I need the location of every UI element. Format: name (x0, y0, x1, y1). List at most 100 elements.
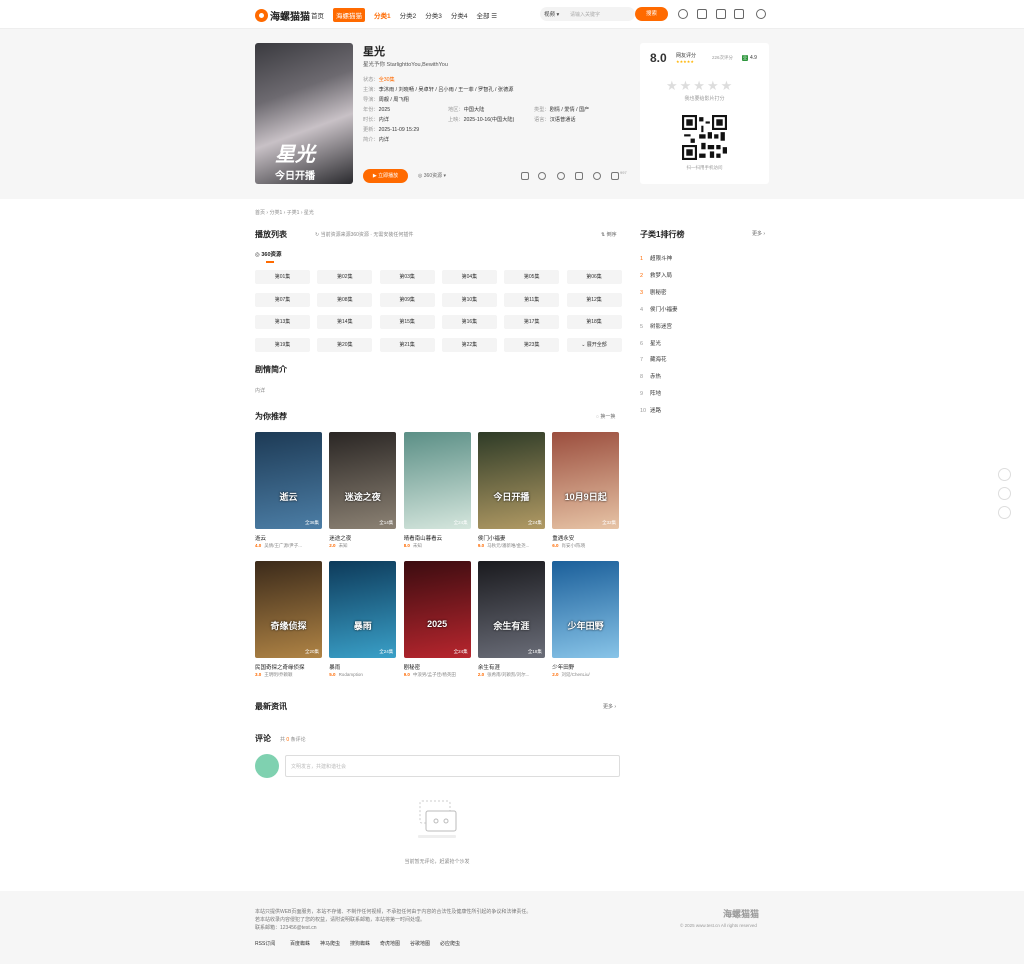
search-type-select[interactable]: 视频 ▾ (544, 10, 559, 18)
ranking-item[interactable]: 1 超限斗神 (640, 254, 672, 262)
ranking-item[interactable]: 4 侯门小福妻 (640, 305, 678, 313)
nav-home[interactable]: 首页 (311, 10, 324, 20)
footer-link[interactable]: 搜狗蜘蛛 (350, 940, 370, 947)
episode-button[interactable]: 第23集 (504, 337, 560, 352)
recommend-title[interactable]: 晴看南山暮看云 (404, 534, 471, 542)
recommend-card[interactable]: 暴雨 全24集 暴雨 5.0 Rodamption (329, 561, 397, 677)
mobile-icon[interactable] (998, 468, 1011, 481)
footer-link[interactable]: RSS订阅 (255, 940, 275, 947)
recommend-poster[interactable]: 今日开播 全24集 (477, 432, 545, 529)
history-icon[interactable] (678, 9, 688, 19)
nav-cat1[interactable]: 分类1 (374, 10, 391, 20)
recommend-poster[interactable]: 10月9日起 全32集 (552, 432, 620, 529)
recommend-poster[interactable]: 奇缘侦探 全20集 (255, 561, 322, 658)
episode-button[interactable]: 第20集 (317, 337, 373, 352)
episode-button[interactable]: 第12集 (566, 292, 622, 307)
episode-button[interactable]: 第15集 (379, 315, 435, 330)
episode-button[interactable]: 第07集 (255, 292, 310, 307)
bookmark-icon[interactable] (716, 9, 726, 19)
search-button[interactable]: 搜索 (635, 7, 668, 21)
recommend-card[interactable]: 奇缘侦探 全20集 民国奇探之奇缘侦探 3.0 王明明/乔颖颖 (255, 561, 322, 678)
recommend-poster[interactable]: 2025 全24集 (403, 561, 471, 658)
ranking-more-link[interactable]: 更多 › (752, 230, 765, 237)
recommend-title[interactable]: 剧秘密 (404, 663, 471, 671)
recommend-card[interactable]: 2025 全24集 剧秘密 9.0 中浪男/孟子佳/杨英田 (403, 561, 471, 678)
episode-button[interactable]: 第04集 (441, 270, 497, 284)
recommend-poster[interactable]: 余生有涯 全18集 (477, 561, 545, 658)
recommend-card[interactable]: 全24集 晴看南山暮看云 8.0 未知 (403, 432, 471, 549)
episode-button[interactable]: 第05集 (504, 270, 560, 284)
episode-button[interactable]: 第19集 (255, 337, 310, 352)
episode-button[interactable]: 第16集 (441, 315, 497, 330)
footer-link[interactable]: 奇虎地图 (380, 940, 400, 947)
recommend-title[interactable]: 民国奇探之奇缘侦探 (255, 663, 322, 671)
ranking-item[interactable]: 3 剧秘密 (640, 288, 667, 296)
episode-button[interactable]: 第09集 (379, 292, 435, 307)
ranking-item[interactable]: 2 救梦入局 (640, 271, 672, 279)
breadcrumb[interactable]: 首页 › 分类1 › 子类1 › 星光 (255, 209, 314, 216)
episode-button[interactable]: 第14集 (317, 315, 373, 330)
share-icon[interactable] (575, 172, 583, 180)
dark-mode-icon[interactable] (998, 487, 1011, 500)
recommend-title[interactable]: 暴雨 (329, 663, 396, 671)
recommend-poster[interactable]: 全24集 (403, 432, 471, 529)
episode-button[interactable]: 第17集 (504, 315, 560, 330)
source-select[interactable]: ◎ 360资源 ▾ (418, 172, 446, 179)
search-input[interactable]: 请输入关键字 (570, 11, 600, 18)
ranking-item[interactable]: 6 星光 (640, 339, 661, 347)
episode-button[interactable]: 第06集 (566, 270, 622, 284)
comment-icon[interactable] (593, 172, 601, 180)
message-icon[interactable] (697, 9, 707, 19)
episode-button[interactable]: 第03集 (379, 270, 435, 284)
recommend-title[interactable]: 侯门小福妻 (478, 534, 545, 542)
recommend-card[interactable]: 少年田野 少年田野 2.0 刘延/ChenLiu/ (552, 561, 620, 678)
ranking-item[interactable]: 7 藏海花 (640, 355, 667, 363)
recommend-card[interactable]: 今日开播 全24集 侯门小福妻 9.0 马秋元/潘新唯/金尧... (477, 432, 545, 549)
nav-brand[interactable]: 海螺猫猫 (333, 7, 365, 22)
sort-button[interactable]: ⇅ 倒序 (601, 231, 617, 238)
refresh-button[interactable]: ◌ 换一换 (596, 413, 615, 420)
heart-icon[interactable] (557, 172, 565, 180)
news-more-link[interactable]: 更多 › (603, 703, 616, 710)
user-icon[interactable] (756, 9, 766, 19)
nav-all[interactable]: 全部 ☰ (477, 10, 498, 20)
recommend-title[interactable]: 余生有涯 (478, 663, 545, 671)
footer-link[interactable]: 神马爬虫 (320, 940, 340, 947)
recommend-poster[interactable]: 逝云 全36集 (255, 432, 322, 529)
episode-button[interactable]: 第13集 (255, 315, 310, 330)
ranking-item[interactable]: 8 赤热 (640, 372, 661, 380)
recommend-card[interactable]: 余生有涯 全18集 余生有涯 2.0 张希南/刘颖凯/刘尔... (477, 561, 545, 678)
recommend-title[interactable]: 逝云 (255, 534, 322, 542)
episode-button[interactable]: 第18集 (566, 315, 622, 330)
footer-link[interactable]: 谷歌地图 (410, 940, 430, 947)
recommend-card[interactable]: 逝云 全36集 逝云 4.0 吴倩/王广源/尹子... (255, 432, 322, 549)
nav-cat2[interactable]: 分类2 (400, 10, 417, 20)
wechat-icon[interactable] (538, 172, 546, 180)
ranking-item[interactable]: 5 树影迷宫 (640, 322, 672, 330)
recommend-poster[interactable]: 暴雨 全24集 (329, 561, 397, 658)
expand-all-button[interactable]: ⌄ 展开全部 (566, 337, 622, 352)
episode-button[interactable]: 第21集 (379, 337, 435, 352)
movie-poster[interactable]: 星光 今日开播 (255, 43, 353, 184)
source-tab[interactable]: ◎ 360资源 (255, 250, 282, 258)
rate-stars-input[interactable]: ★★★★★ (666, 78, 734, 94)
footer-link[interactable]: 必应爬虫 (440, 940, 460, 947)
comment-input[interactable]: 文明发言，共建和谐社会 (285, 755, 620, 777)
episode-button[interactable]: 第02集 (317, 270, 373, 284)
recommend-poster[interactable]: 迷途之夜 全14集 (329, 432, 397, 529)
phone-icon[interactable] (521, 172, 529, 180)
thumb-up-icon[interactable] (611, 172, 619, 180)
recommend-card[interactable]: 10月9日起 全32集 重遇永安 6.0 肖安小/陈晓 (552, 432, 620, 549)
episode-button[interactable]: 第10集 (441, 292, 497, 307)
back-to-top-icon[interactable] (998, 506, 1011, 519)
episode-button[interactable]: 第11集 (504, 292, 560, 307)
recommend-title[interactable]: 迷途之夜 (329, 534, 396, 542)
app-icon[interactable] (734, 9, 744, 19)
recommend-title[interactable]: 重遇永安 (552, 534, 619, 542)
recommend-card[interactable]: 迷途之夜 全14集 迷途之夜 2.0 未知 (329, 432, 397, 549)
ranking-item[interactable]: 9 阵地 (640, 389, 661, 397)
footer-link[interactable]: 百度蜘蛛 (290, 940, 310, 947)
play-now-button[interactable]: ▶ 立即播放 (363, 169, 408, 183)
recommend-title[interactable]: 少年田野 (552, 663, 619, 671)
episode-button[interactable]: 第01集 (255, 270, 310, 284)
